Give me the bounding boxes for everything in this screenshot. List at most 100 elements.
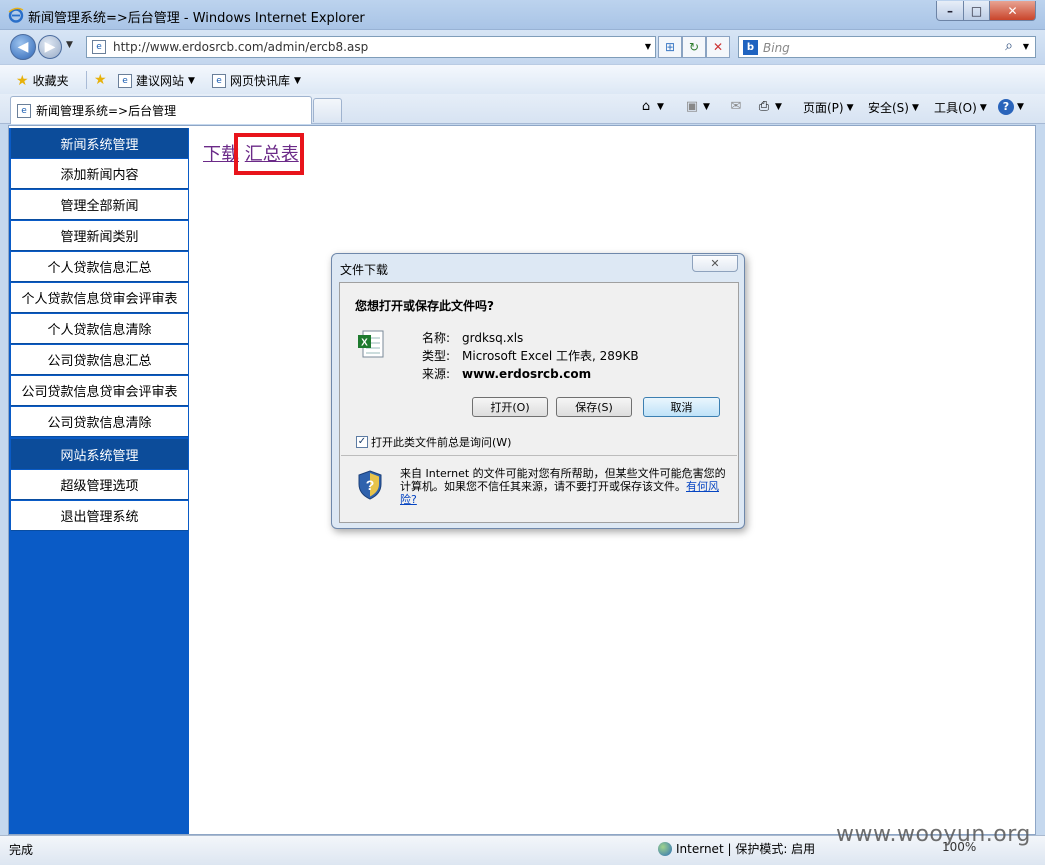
sidebar-item-company-loan-review[interactable]: 公司贷款信息贷审会评审表 <box>11 376 188 406</box>
address-bar[interactable]: e http://www.erdosrcb.com/admin/ercb8.as… <box>86 36 656 58</box>
minimize-button[interactable]: – <box>936 1 964 21</box>
new-tab-button[interactable] <box>313 98 342 122</box>
safety-menu-label: 安全(S) <box>868 101 909 115</box>
help-button[interactable]: ? ▼ <box>998 99 1024 115</box>
watermark-text: www.wooyun.org <box>836 822 1031 847</box>
favorites-item-label: 建议网站 <box>136 74 185 88</box>
security-shield-icon: ? <box>358 470 382 500</box>
rss-feed-icon: ▣ <box>685 99 699 114</box>
stop-button[interactable]: ✕ <box>706 36 730 58</box>
sidebar-item-personal-loan-review[interactable]: 个人贷款信息贷审会评审表 <box>11 283 188 313</box>
file-type-label: 类型: <box>422 349 451 363</box>
file-type-value: Microsoft Excel 工作表, 289KB <box>462 349 639 363</box>
favorites-button[interactable]: ★ 收藏夹 <box>16 72 69 89</box>
close-icon: ✕ <box>710 257 720 270</box>
file-download-dialog: 文件下载 ✕ 您想打开或保存此文件吗? X 名称: grdksq.xls 类型: M… <box>331 253 745 529</box>
file-name-label: 名称: <box>422 331 451 345</box>
dialog-title: 文件下载 <box>340 263 389 277</box>
sidebar-item-manage-news[interactable]: 管理全部新闻 <box>11 190 188 220</box>
always-ask-label: 打开此类文件前总是询问(W) <box>371 436 512 449</box>
sidebar-item-company-loan-clear[interactable]: 公司贷款信息清除 <box>11 407 188 437</box>
mail-button[interactable]: ✉ <box>728 99 744 115</box>
feeds-button[interactable]: ▣ ▼ <box>684 99 710 115</box>
always-ask-checkbox[interactable]: ✓ <box>356 436 368 448</box>
sidebar-item-company-loan-summary[interactable]: 公司贷款信息汇总 <box>11 345 188 375</box>
search-box[interactable]: b Bing ⌕ ▼ <box>738 36 1036 58</box>
safety-menu[interactable]: 安全(S) ▼ <box>868 99 919 116</box>
refresh-button[interactable]: ↻ <box>682 36 706 58</box>
favorites-item-web-slice[interactable]: e 网页快讯库 ▼ <box>212 72 301 89</box>
status-text: 完成 <box>9 843 34 857</box>
favorites-bar: ★ 收藏夹 ★ e 建议网站 ▼ e 网页快讯库 ▼ <box>0 64 1045 94</box>
cancel-button[interactable]: 取消 <box>643 397 720 417</box>
bing-icon: b <box>743 40 758 55</box>
security-zone[interactable]: Internet | 保护模式: 启用 <box>658 840 815 857</box>
file-name-row: 名称: grdksq.xls <box>422 329 523 346</box>
tab-row: e 新闻管理系统=>后台管理 ⌂ ▼ ▣ ▼ ✉ ⎙ ▼ 页面(P) ▼ 安全(… <box>0 94 1045 124</box>
tools-menu[interactable]: 工具(O) ▼ <box>934 99 987 116</box>
favorites-label: 收藏夹 <box>32 74 69 88</box>
favorites-item-suggested-sites[interactable]: e 建议网站 ▼ <box>118 72 195 89</box>
address-dropdown-icon[interactable]: ▼ <box>645 42 651 51</box>
window-title: 新闻管理系统=>后台管理 - Windows Internet Explorer <box>28 11 365 26</box>
file-source-label: 来源: <box>422 367 451 381</box>
always-ask-option[interactable]: ✓ 打开此类文件前总是询问(W) <box>356 434 511 450</box>
add-favorite-star-icon: ★ <box>94 72 107 88</box>
add-favorite-button[interactable]: ★ <box>94 72 107 88</box>
globe-icon <box>658 841 672 856</box>
ie-page-icon: e <box>118 73 132 88</box>
tools-menu-label: 工具(O) <box>934 101 977 115</box>
security-warning-text: 来自 Internet 的文件可能对您有所帮助，但某些文件可能危害您的计算机。如… <box>400 467 726 493</box>
tab-active[interactable]: e 新闻管理系统=>后台管理 <box>10 96 312 124</box>
search-dropdown-icon[interactable]: ▼ <box>1023 42 1029 51</box>
close-window-button[interactable]: ✕ <box>989 1 1036 21</box>
sidebar-item-personal-loan-summary[interactable]: 个人贷款信息汇总 <box>11 252 188 282</box>
sidebar-item-news-categories[interactable]: 管理新闻类别 <box>11 221 188 251</box>
page-menu-label: 页面(P) <box>803 101 844 115</box>
search-placeholder[interactable]: Bing <box>763 41 790 55</box>
compatibility-view-button[interactable]: ⊞ <box>658 36 682 58</box>
save-button[interactable]: 保存(S) <box>556 397 632 417</box>
dropdown-caret-icon: ▼ <box>657 102 664 112</box>
dialog-question: 您想打开或保存此文件吗? <box>355 299 494 313</box>
file-name-value: grdksq.xls <box>462 331 524 345</box>
printer-icon: ⎙ <box>758 99 770 114</box>
sidebar-item-super-admin[interactable]: 超级管理选项 <box>11 470 188 500</box>
search-icon[interactable]: ⌕ <box>1005 38 1013 54</box>
maximize-button[interactable]: □ <box>963 1 990 21</box>
back-button[interactable]: ◀ <box>10 34 36 60</box>
dropdown-caret-icon: ▼ <box>703 102 710 112</box>
print-button[interactable]: ⎙ ▼ <box>756 99 782 115</box>
dialog-close-button[interactable]: ✕ <box>692 255 738 272</box>
file-source-value: www.erdosrcb.com <box>462 367 592 381</box>
file-source-row: 来源: www.erdosrcb.com <box>422 365 591 382</box>
file-type-row: 类型: Microsoft Excel 工作表, 289KB <box>422 347 639 364</box>
dropdown-caret-icon: ▼ <box>846 102 854 113</box>
open-button[interactable]: 打开(O) <box>472 397 548 417</box>
dropdown-caret-icon: ▼ <box>775 102 782 112</box>
dropdown-caret-icon: ▼ <box>294 75 301 86</box>
window-titlebar: 新闻管理系统=>后台管理 - Windows Internet Explorer… <box>0 0 1045 30</box>
forward-button[interactable]: ▶ <box>38 35 62 59</box>
history-dropdown-icon[interactable]: ▼ <box>66 40 73 50</box>
sidebar-item-add-news[interactable]: 添加新闻内容 <box>11 159 188 189</box>
favorites-separator <box>86 71 87 89</box>
dialog-body: 您想打开或保存此文件吗? X 名称: grdksq.xls 类型: Microsof… <box>339 282 739 523</box>
sidebar-header-site: 网站系统管理 <box>11 439 188 469</box>
dropdown-caret-icon: ▼ <box>979 102 987 113</box>
excel-file-icon: X <box>358 330 384 358</box>
home-icon: ⌂ <box>641 99 651 114</box>
security-zone-label: Internet | 保护模式: 启用 <box>676 842 816 856</box>
home-button[interactable]: ⌂ ▼ <box>638 99 664 115</box>
favorites-item-label: 网页快讯库 <box>230 74 291 88</box>
ie-page-icon: e <box>17 103 31 118</box>
dialog-divider <box>341 455 737 456</box>
page-menu[interactable]: 页面(P) ▼ <box>803 99 854 116</box>
sidebar-header-news: 新闻系统管理 <box>11 128 188 158</box>
sidebar-item-personal-loan-clear[interactable]: 个人贷款信息清除 <box>11 314 188 344</box>
sidebar-item-logout[interactable]: 退出管理系统 <box>11 501 188 531</box>
ie-page-icon: e <box>212 73 226 88</box>
admin-sidebar: 新闻系统管理 添加新闻内容 管理全部新闻 管理新闻类别 个人贷款信息汇总 个人贷… <box>9 128 189 834</box>
dropdown-caret-icon: ▼ <box>1017 102 1024 112</box>
address-url[interactable]: http://www.erdosrcb.com/admin/ercb8.asp <box>113 40 368 54</box>
